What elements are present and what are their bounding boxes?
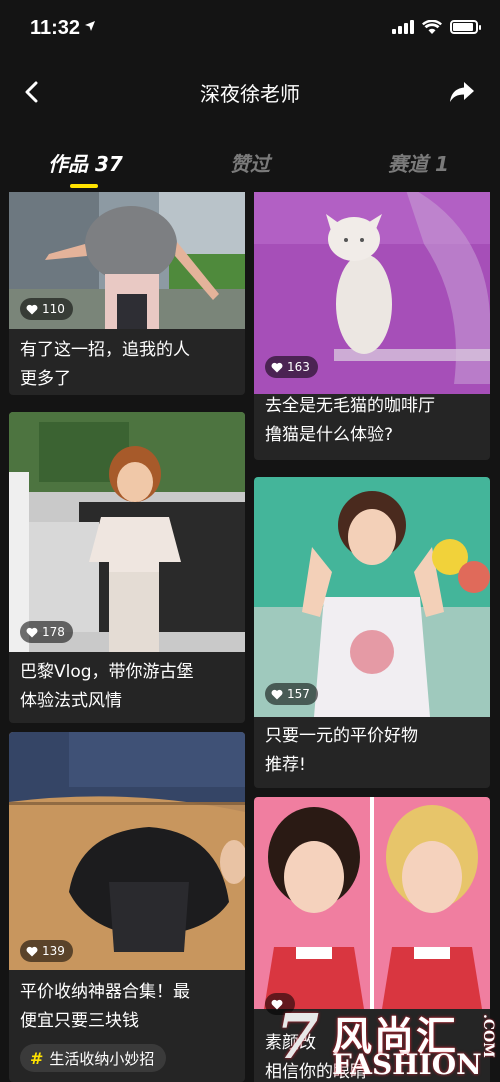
video-card[interactable]: 157 只要一元的平价好物 推荐! bbox=[254, 477, 490, 788]
nav-bar: 深夜徐老师 bbox=[0, 60, 500, 124]
video-card[interactable]: 163 去全是无毛猫的咖啡厅 撸猫是什么体验? bbox=[254, 192, 490, 460]
video-title-line: 平价收纳神器合集！最 bbox=[20, 982, 190, 1002]
heart-icon bbox=[271, 689, 283, 699]
video-title: 素颜改 相信你的眼睛 bbox=[265, 1029, 480, 1082]
video-card[interactable]: 178 巴黎Vlog，带你游古堡 体验法式风情 bbox=[9, 412, 245, 723]
video-title-line: 去全是无毛猫的咖啡厅 bbox=[265, 396, 435, 416]
tab-liked[interactable]: 赞过 bbox=[230, 148, 270, 177]
hashtag-icon: # bbox=[30, 1048, 44, 1068]
like-count: 139 bbox=[42, 944, 65, 958]
video-title: 巴黎Vlog，带你游古堡 体验法式风情 bbox=[20, 658, 235, 716]
video-title: 去全是无毛猫的咖啡厅 撸猫是什么体验? bbox=[265, 392, 480, 450]
like-count-badge bbox=[265, 993, 295, 1015]
tab-tracks[interactable]: 赛道 1 bbox=[388, 148, 449, 177]
video-thumbnail bbox=[254, 477, 490, 717]
video-card[interactable]: 139 平价收纳神器合集！最 便宜只要三块钱 # 生活收纳小妙招 bbox=[9, 732, 245, 1082]
video-title-line: 撸猫是什么体验? bbox=[265, 425, 394, 445]
video-card[interactable]: 110 有了这一招，追我的人 更多了 bbox=[9, 192, 245, 395]
video-title: 平价收纳神器合集！最 便宜只要三块钱 bbox=[20, 978, 235, 1036]
heart-icon bbox=[271, 999, 283, 1009]
battery-level bbox=[453, 23, 473, 31]
heart-icon bbox=[271, 362, 283, 372]
wifi-icon bbox=[422, 20, 442, 34]
battery-icon bbox=[450, 20, 481, 34]
video-title-line: 巴黎Vlog，带你游古堡 bbox=[20, 662, 194, 682]
video-title: 有了这一招，追我的人 更多了 bbox=[20, 336, 235, 394]
video-title-line: 相信你的眼睛 bbox=[265, 1062, 367, 1082]
video-title-line: 有了这一招，追我的人 bbox=[20, 340, 190, 360]
video-title-line: 只要一元的平价好物 bbox=[265, 726, 418, 746]
cellular-signal-icon bbox=[392, 20, 414, 34]
profile-tabs: 作品 37 赞过 赛道 1 bbox=[0, 136, 500, 192]
like-count-badge: 163 bbox=[265, 356, 318, 378]
video-thumbnail bbox=[9, 732, 245, 970]
status-bar: 11:32 bbox=[0, 0, 500, 60]
like-count: 157 bbox=[287, 687, 310, 701]
heart-icon bbox=[26, 304, 38, 314]
like-count: 163 bbox=[287, 360, 310, 374]
location-arrow-icon bbox=[85, 21, 95, 31]
tab-works[interactable]: 作品 37 bbox=[48, 148, 123, 177]
status-indicators bbox=[392, 20, 481, 34]
video-title-line: 便宜只要三块钱 bbox=[20, 1011, 139, 1031]
heart-icon bbox=[26, 627, 38, 637]
video-thumbnail bbox=[9, 412, 245, 652]
video-title-line: 体验法式风情 bbox=[20, 691, 122, 711]
active-tab-indicator bbox=[70, 184, 98, 188]
video-card[interactable]: 素颜改 相信你的眼睛 bbox=[254, 797, 490, 1082]
like-count: 110 bbox=[42, 302, 65, 316]
like-count-badge: 110 bbox=[20, 298, 73, 320]
share-button[interactable] bbox=[444, 74, 480, 110]
video-thumbnail bbox=[254, 797, 490, 1009]
like-count-badge: 178 bbox=[20, 621, 73, 643]
like-count-badge: 157 bbox=[265, 683, 318, 705]
video-feed[interactable]: 110 有了这一招，追我的人 更多了 163 去全是无毛猫的咖啡厅 撸猫是什么体… bbox=[0, 192, 500, 1082]
topic-tag[interactable]: # 生活收纳小妙招 bbox=[20, 1044, 167, 1072]
video-title-line: 更多了 bbox=[20, 369, 71, 389]
video-title: 只要一元的平价好物 推荐! bbox=[265, 722, 480, 780]
video-title-line: 推荐! bbox=[265, 755, 306, 775]
like-count-badge: 139 bbox=[20, 940, 73, 962]
like-count: 178 bbox=[42, 625, 65, 639]
video-title-line: 素颜改 bbox=[265, 1033, 316, 1053]
topic-tag-label: 生活收纳小妙招 bbox=[49, 1049, 155, 1068]
status-time: 11:32 bbox=[30, 17, 81, 39]
page-title: 深夜徐老师 bbox=[200, 82, 300, 106]
share-arrow-icon bbox=[450, 82, 474, 102]
heart-icon bbox=[26, 946, 38, 956]
